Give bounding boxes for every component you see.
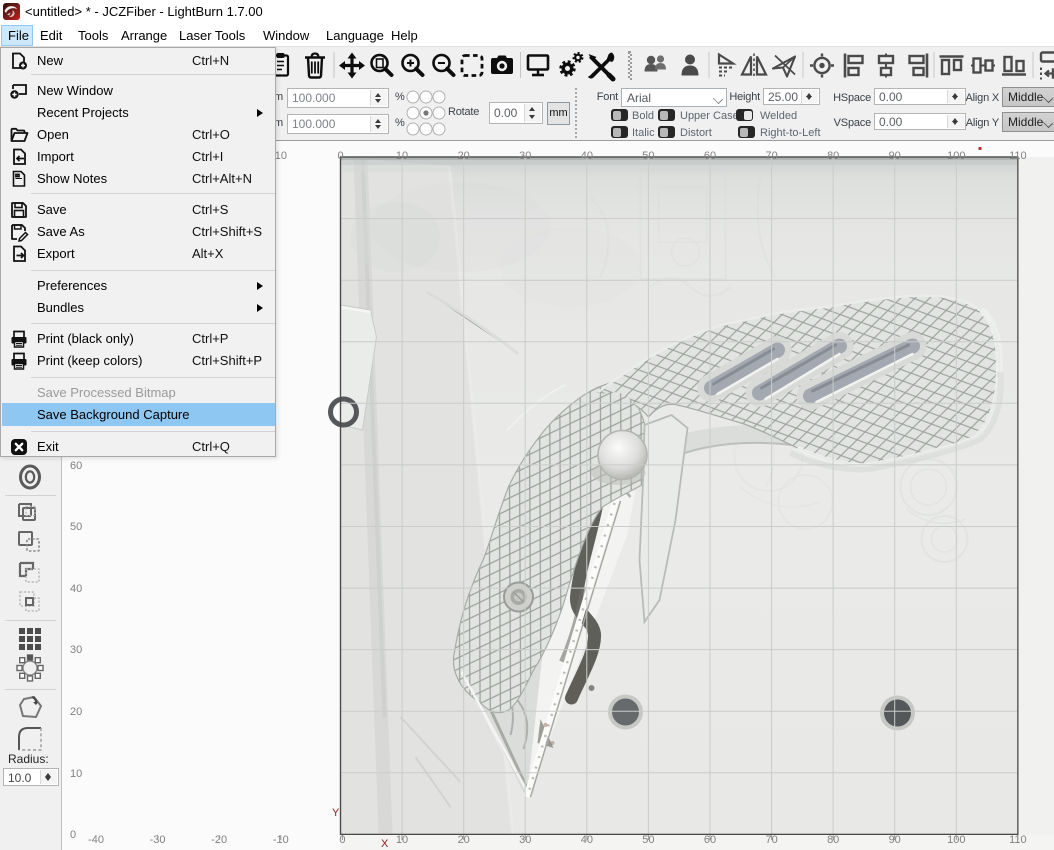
svg-text:20: 20 xyxy=(458,150,470,162)
svg-text:10: 10 xyxy=(396,150,408,162)
svg-text:Y: Y xyxy=(332,807,340,819)
svg-text:Radius:: Radius: xyxy=(8,752,49,766)
svg-text:110: 110 xyxy=(1009,150,1027,162)
svg-text:40: 40 xyxy=(581,150,593,162)
svg-text:60: 60 xyxy=(70,460,82,472)
svg-text:50: 50 xyxy=(70,521,82,533)
svg-text:100: 100 xyxy=(947,150,965,162)
svg-text:20: 20 xyxy=(70,706,82,718)
svg-text:40: 40 xyxy=(70,583,82,595)
svg-text:30: 30 xyxy=(70,644,82,656)
svg-text:30: 30 xyxy=(519,150,531,162)
svg-text:50: 50 xyxy=(642,150,654,162)
svg-text:0: 0 xyxy=(337,150,343,162)
svg-text:90: 90 xyxy=(889,150,901,162)
svg-text:0: 0 xyxy=(70,829,76,841)
svg-text:80: 80 xyxy=(827,150,839,162)
svg-text:60: 60 xyxy=(704,150,716,162)
svg-text:X: X xyxy=(381,838,389,850)
svg-text:70: 70 xyxy=(765,150,777,162)
svg-text:10: 10 xyxy=(70,768,82,780)
